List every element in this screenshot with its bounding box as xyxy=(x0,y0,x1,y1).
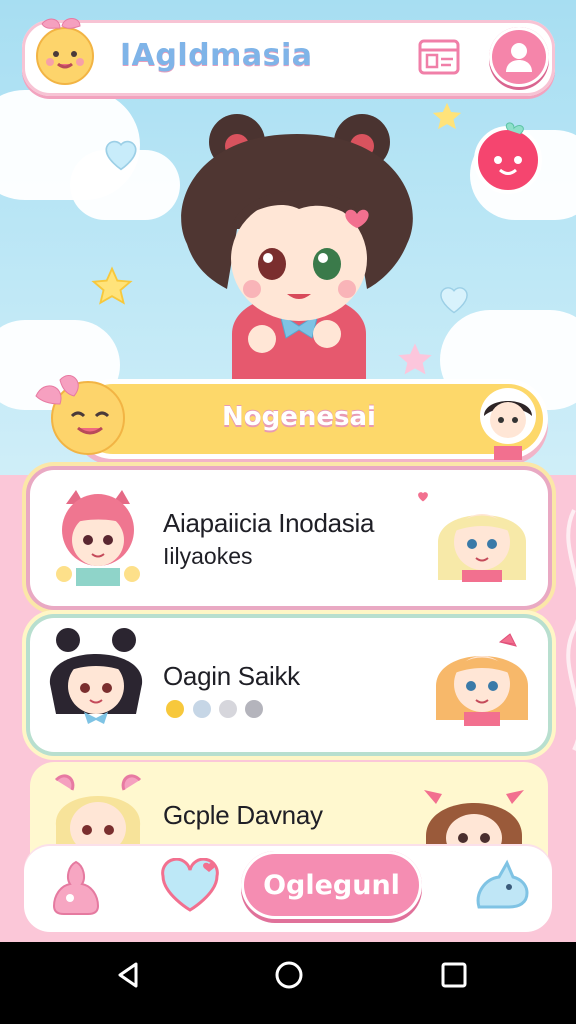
card-subtitle: Iilyaokes xyxy=(163,543,253,569)
calendar-icon[interactable] xyxy=(416,36,464,78)
dark-haired-avatar xyxy=(49,628,143,724)
banner-label: Nogenesai xyxy=(222,402,376,432)
recents-icon[interactable] xyxy=(440,960,468,990)
banner-avatar-icon xyxy=(480,388,536,460)
profile-button[interactable] xyxy=(489,27,549,87)
progress-dot xyxy=(193,700,211,718)
unicorn-icon[interactable] xyxy=(468,856,532,916)
home-circle-icon[interactable] xyxy=(275,960,303,990)
profile-icon xyxy=(506,43,532,72)
strawberry-mascot-icon[interactable] xyxy=(470,120,546,196)
card-title: Oagin Saikk xyxy=(163,661,300,691)
ribbon-decoration xyxy=(566,509,576,751)
brown-haired-avatar xyxy=(424,790,524,848)
card-title: Aiapaiicia Inodasia xyxy=(163,508,375,538)
blonde-avatar xyxy=(438,514,526,582)
app-screen: IAgldmasia Nogenesai Aiapaiicia Inodasia… xyxy=(0,0,576,942)
heart-icon[interactable] xyxy=(158,856,222,916)
progress-dot xyxy=(245,700,263,718)
hero-character-illustration xyxy=(181,114,413,386)
back-icon[interactable] xyxy=(114,960,142,990)
star-icon xyxy=(91,266,133,305)
bow-avatar xyxy=(54,774,142,850)
progress-dot xyxy=(219,700,237,718)
sun-mascot-icon xyxy=(35,374,125,455)
heart-icon xyxy=(105,140,137,171)
orange-haired-avatar xyxy=(436,633,528,726)
app-title: IAgldmasia xyxy=(120,38,313,73)
primary-action-button[interactable]: Oglegunl xyxy=(241,851,422,919)
heart-icon xyxy=(418,492,428,502)
card-title: Gcple Davnay xyxy=(163,800,323,830)
pink-haired-avatar xyxy=(56,490,140,586)
sun-mascot-logo xyxy=(36,18,94,85)
progress-dot-active xyxy=(166,700,184,718)
home-icon[interactable] xyxy=(46,856,106,918)
